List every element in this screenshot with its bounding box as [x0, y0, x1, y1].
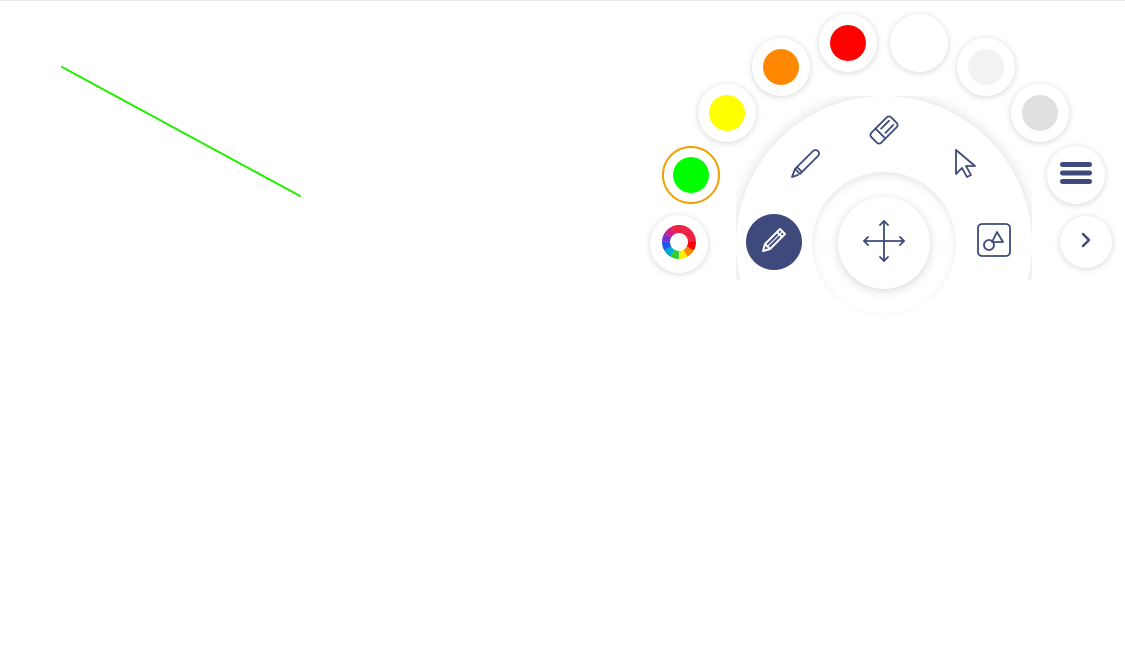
shapes-icon	[975, 221, 1013, 264]
chevron-right-icon	[1076, 230, 1096, 255]
color-light-gray[interactable]	[957, 38, 1015, 96]
eraser-icon	[864, 110, 904, 155]
color-white[interactable]	[890, 14, 948, 72]
color-swatch	[830, 25, 866, 61]
color-swatch	[673, 157, 709, 193]
move-tool[interactable]	[838, 197, 930, 289]
pointer-icon	[944, 142, 984, 187]
drawing-canvas[interactable]	[0, 0, 1125, 666]
color-orange[interactable]	[752, 38, 810, 96]
expand-button[interactable]	[1060, 216, 1112, 268]
menu-button[interactable]	[1047, 146, 1105, 204]
color-swatch	[968, 49, 1004, 85]
eraser-tool[interactable]	[862, 110, 906, 154]
color-swatch	[763, 49, 799, 85]
color-swatch	[709, 95, 745, 131]
highlighter-icon	[787, 142, 827, 187]
color-swatch	[1022, 95, 1058, 131]
color-wheel-icon	[661, 224, 697, 265]
hamburger-icon	[1059, 159, 1093, 192]
color-swatch	[901, 25, 937, 61]
highlighter-tool[interactable]	[785, 142, 829, 186]
select-tool[interactable]	[942, 142, 986, 186]
shapes-tool[interactable]	[972, 220, 1016, 264]
ink-stroke	[61, 66, 301, 197]
color-gray[interactable]	[1011, 84, 1069, 142]
pen-tool[interactable]	[746, 214, 802, 270]
color-green[interactable]	[662, 146, 720, 204]
pencil-icon	[756, 222, 792, 263]
color-yellow[interactable]	[698, 84, 756, 142]
color-red[interactable]	[819, 14, 877, 72]
color-wheel-button[interactable]	[650, 215, 708, 273]
move-icon	[861, 218, 907, 269]
